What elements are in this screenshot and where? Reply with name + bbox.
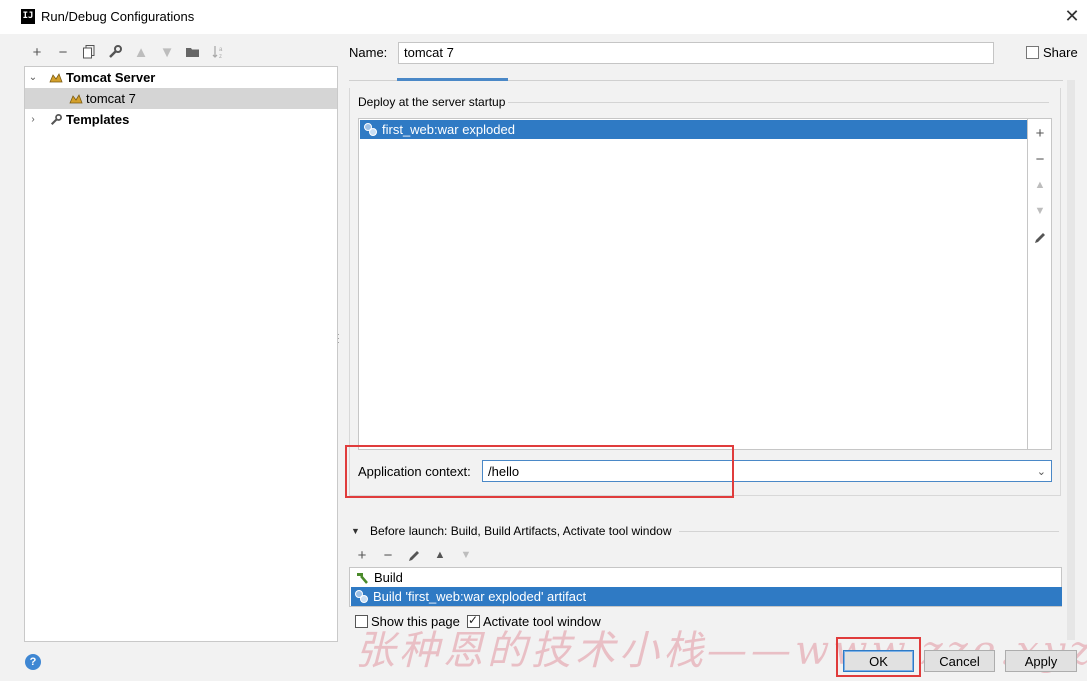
chevron-right-icon[interactable]: ›	[27, 114, 39, 125]
tree-group-label: Tomcat Server	[66, 70, 156, 85]
activate-tool-window-label: Activate tool window	[483, 614, 601, 629]
list-item[interactable]: first_web:war exploded	[360, 120, 1027, 139]
before-launch-title: Before launch: Build, Build Artifacts, A…	[370, 524, 672, 538]
before-launch-list[interactable]: Build Build 'first_web:war exploded' art…	[349, 567, 1062, 607]
deploy-toolbar: + − ▲ ▼	[1028, 118, 1052, 450]
window-title: Run/Debug Configurations	[41, 9, 195, 24]
activate-tool-window-checkbox[interactable]	[467, 613, 480, 628]
move-down-icon[interactable]: ▼	[1028, 199, 1052, 223]
remove-icon[interactable]: −	[379, 546, 397, 564]
divider	[508, 102, 1049, 103]
highlight-box-context	[345, 445, 734, 498]
deploy-list[interactable]: first_web:war exploded	[358, 118, 1028, 450]
show-this-page-label: Show this page	[371, 614, 460, 629]
active-tab-indicator[interactable]	[397, 78, 508, 81]
tree-item-tomcat-7[interactable]: tomcat 7	[25, 88, 337, 109]
add-icon[interactable]: +	[353, 546, 371, 564]
remove-icon[interactable]: −	[54, 43, 72, 61]
before-launch-item-label: Build 'first_web:war exploded' artifact	[373, 589, 587, 604]
before-launch-item-label: Build	[374, 570, 403, 585]
tree-item-label: tomcat 7	[86, 91, 136, 106]
deploy-section-title: Deploy at the server startup	[358, 95, 506, 109]
hammer-icon	[357, 572, 368, 584]
wrench-icon[interactable]	[106, 43, 124, 61]
tomcat-icon	[49, 72, 63, 82]
add-icon[interactable]: +	[28, 43, 46, 61]
activate-tool-window-option[interactable]: Activate tool window	[467, 613, 601, 629]
wrench-icon	[50, 113, 62, 125]
splitter-handle[interactable]: · · ·	[337, 330, 341, 347]
list-item[interactable]: Build	[351, 568, 1062, 587]
show-this-page-checkbox[interactable]	[355, 615, 368, 628]
name-label: Name:	[349, 45, 388, 60]
move-up-icon[interactable]: ▲	[431, 546, 449, 564]
share-checkbox[interactable]	[1026, 46, 1039, 59]
close-icon[interactable]: ✕	[1063, 5, 1081, 27]
deploy-item-label: first_web:war exploded	[382, 122, 515, 137]
move-up-icon[interactable]: ▲	[132, 43, 150, 61]
folder-icon[interactable]	[184, 43, 202, 61]
edit-icon[interactable]	[405, 546, 423, 564]
sort-icon[interactable]: az	[210, 43, 228, 61]
artifact-icon	[355, 590, 368, 603]
collapse-triangle-icon[interactable]: ▼	[351, 526, 360, 536]
list-item[interactable]: Build 'first_web:war exploded' artifact	[351, 587, 1062, 606]
chevron-down-icon[interactable]: ⌄	[1037, 465, 1046, 478]
apply-button[interactable]: Apply	[1005, 650, 1077, 672]
edit-icon[interactable]	[1028, 225, 1052, 249]
tree-group-tomcat-server[interactable]: ⌄ Tomcat Server	[25, 67, 337, 88]
tree-group-label: Templates	[66, 112, 130, 127]
chevron-down-icon[interactable]: ⌄	[27, 72, 39, 83]
move-up-icon[interactable]: ▲	[1028, 173, 1052, 197]
name-input[interactable]: tomcat 7	[398, 42, 994, 64]
show-this-page-option[interactable]: Show this page	[355, 614, 460, 629]
cancel-button[interactable]: Cancel	[924, 650, 995, 672]
artifact-icon	[364, 123, 377, 136]
move-down-icon[interactable]: ▼	[457, 546, 475, 564]
config-tree[interactable]: ⌄ Tomcat Server tomcat 7 › Templates	[24, 66, 338, 642]
tree-group-templates[interactable]: › Templates	[25, 109, 337, 130]
remove-icon[interactable]: −	[1028, 147, 1052, 171]
divider	[679, 531, 1059, 532]
tomcat-icon	[69, 93, 83, 103]
scrollbar[interactable]	[1067, 80, 1075, 640]
move-down-icon[interactable]: ▼	[158, 43, 176, 61]
copy-icon[interactable]	[80, 43, 98, 61]
svg-text:z: z	[219, 54, 222, 59]
svg-text:a: a	[219, 47, 223, 53]
help-icon[interactable]: ?	[25, 654, 41, 670]
intellij-app-icon: IJ	[21, 9, 35, 24]
highlight-box-ok	[836, 637, 921, 677]
add-icon[interactable]: +	[1028, 121, 1052, 145]
share-label: Share	[1043, 45, 1078, 60]
